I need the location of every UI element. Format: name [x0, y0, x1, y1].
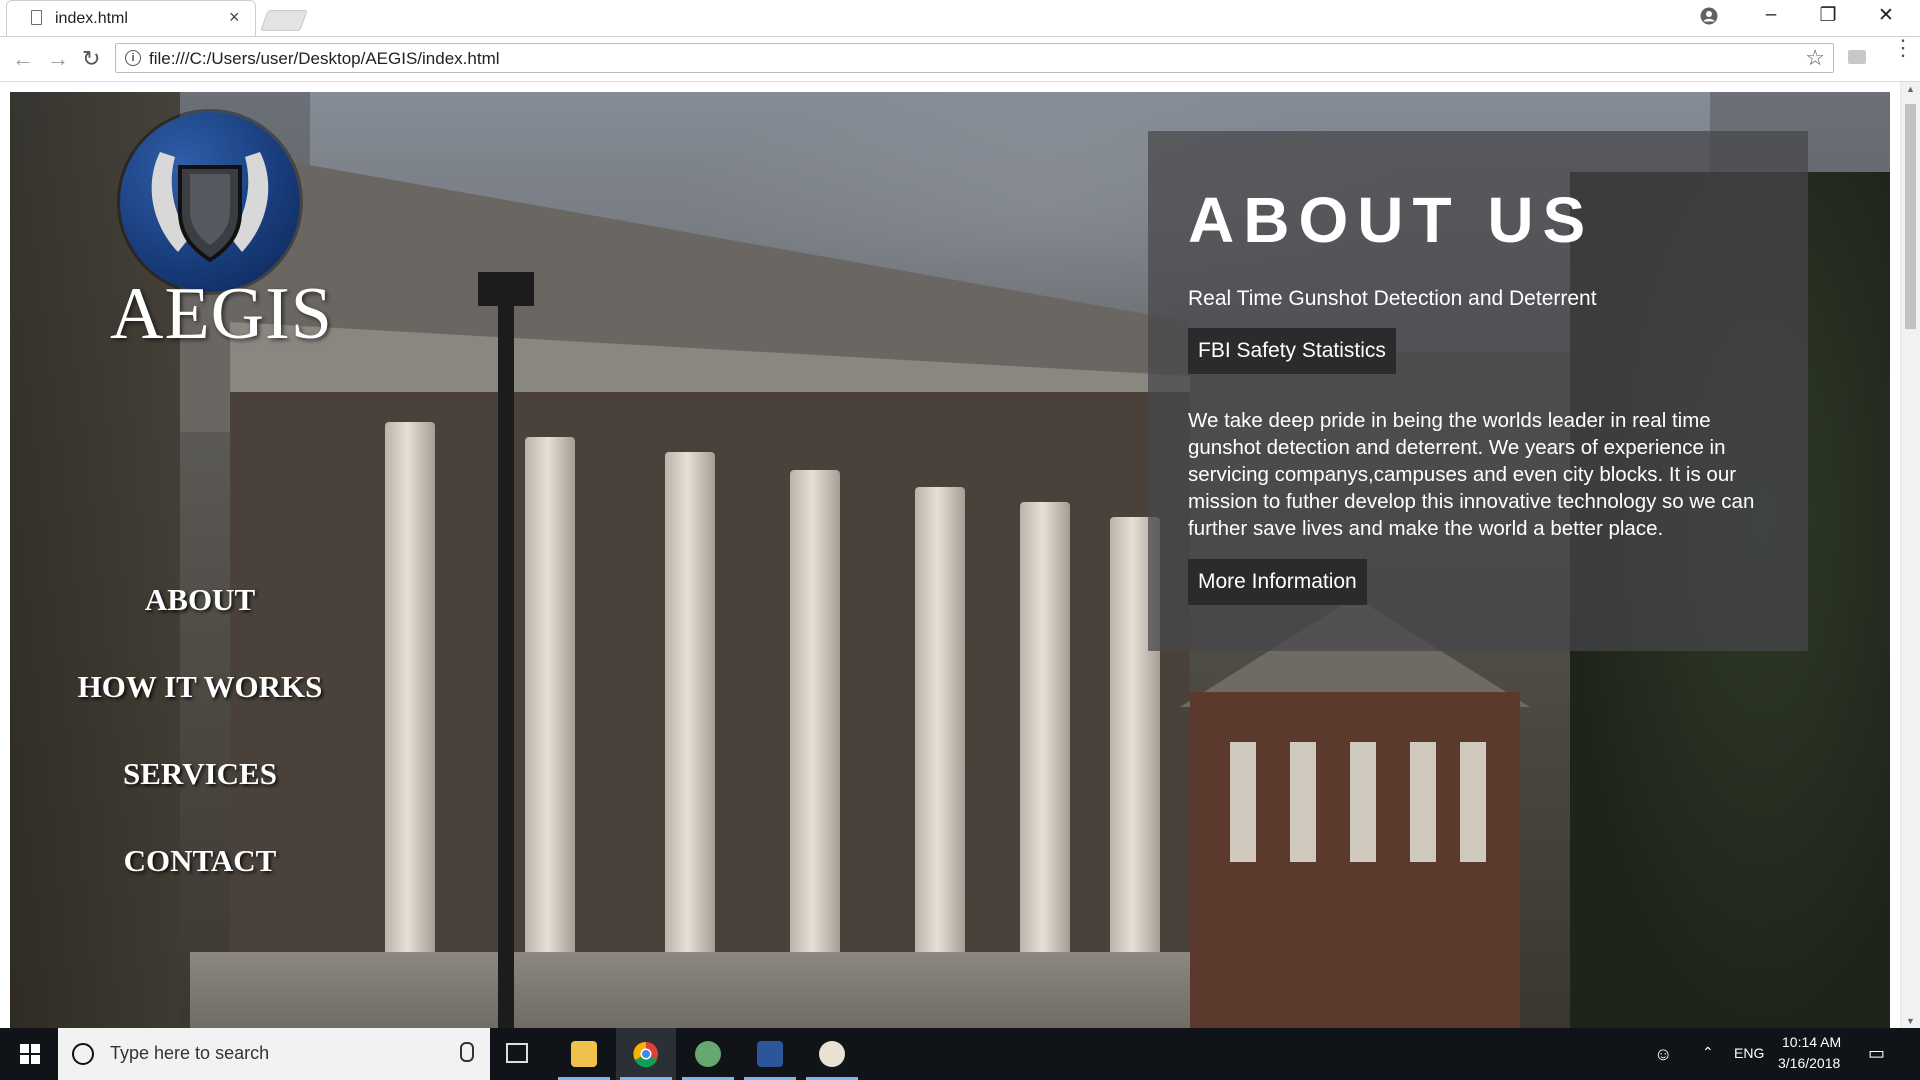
restore-button[interactable]: ❐: [1808, 4, 1848, 27]
hero-column: [385, 422, 435, 972]
clock-time[interactable]: 10:14 AM: [1782, 1034, 1841, 1050]
page-scrollbar[interactable]: ▲ ▼: [1900, 82, 1920, 1028]
close-window-button[interactable]: ✕: [1866, 4, 1906, 27]
nav-link-contact[interactable]: CONTACT: [10, 843, 390, 879]
document-icon: [31, 10, 42, 25]
forward-arrow-icon[interactable]: →: [47, 46, 69, 72]
profile-icon[interactable]: [1700, 7, 1718, 25]
taskbar-app-word[interactable]: [740, 1028, 800, 1080]
paint-palette-icon: [819, 1041, 845, 1067]
brand-wordmark: AEGIS: [110, 273, 333, 355]
address-bar[interactable]: i file:///C:/Users/user/Desktop/AEGIS/in…: [115, 43, 1834, 73]
hero-lamp-head: [478, 272, 534, 306]
taskbar-app-paint[interactable]: [802, 1028, 862, 1080]
extension-icon[interactable]: [1848, 50, 1866, 64]
folder-icon: [571, 1041, 597, 1067]
new-tab-button[interactable]: [260, 10, 308, 31]
tab-close-button[interactable]: ×: [229, 7, 240, 28]
task-view-icon[interactable]: [506, 1043, 528, 1063]
nav-link-about[interactable]: ABOUT: [10, 582, 390, 618]
scroll-down-arrow-icon[interactable]: ▼: [1906, 1016, 1915, 1026]
shield-emblem-icon: [120, 112, 300, 292]
tab-title: index.html: [55, 10, 128, 27]
windows-taskbar: Type here to search ☺ ⌃ ENG 10:14 AM 3/1…: [0, 1028, 1920, 1080]
clock-date[interactable]: 3/16/2018: [1778, 1055, 1840, 1071]
browser-menu-icon[interactable]: ⋮: [1892, 37, 1914, 59]
hero-window: [1230, 742, 1256, 862]
minimize-button[interactable]: –: [1751, 4, 1791, 26]
language-indicator[interactable]: ENG: [1734, 1045, 1764, 1061]
hero-window: [1410, 742, 1436, 862]
start-button[interactable]: [0, 1028, 58, 1080]
word-icon: [757, 1041, 783, 1067]
about-body-text: We take deep pride in being the worlds l…: [1188, 409, 1755, 540]
winged-shield-icon: [151, 152, 269, 263]
atom-icon: [695, 1041, 721, 1067]
browser-tab-strip: index.html × – ❐ ✕: [0, 0, 1920, 37]
hero-window: [1290, 742, 1316, 862]
hero-column: [1020, 502, 1070, 1002]
fbi-statistics-button[interactable]: FBI Safety Statistics: [1188, 328, 1396, 374]
cortana-icon: [72, 1043, 94, 1065]
nav-link-how-it-works[interactable]: HOW IT WORKS: [10, 669, 390, 705]
microphone-icon[interactable]: [460, 1042, 474, 1062]
taskbar-app-file-explorer[interactable]: [554, 1028, 614, 1080]
windows-logo-icon: [20, 1044, 40, 1064]
browser-toolbar: ← → ↻ i file:///C:/Users/user/Desktop/AE…: [0, 37, 1920, 82]
about-title: ABOUT US: [1188, 184, 1595, 256]
hero-steps: [190, 952, 1290, 1028]
page-viewport: AEGIS ABOUT HOW IT WORKS SERVICES CONTAC…: [0, 82, 1920, 1028]
info-icon[interactable]: i: [125, 50, 141, 66]
chrome-icon: [633, 1041, 658, 1067]
tray-chevron-up-icon[interactable]: ⌃: [1702, 1044, 1714, 1061]
people-icon[interactable]: ☺: [1654, 1044, 1672, 1065]
scroll-up-arrow-icon[interactable]: ▲: [1906, 84, 1915, 94]
hero-column: [790, 470, 840, 990]
about-us-panel: ABOUT US Real Time Gunshot Detection and…: [1148, 131, 1808, 651]
hero-lamp-post: [498, 272, 514, 1028]
taskbar-search-box[interactable]: Type here to search: [58, 1028, 490, 1080]
search-placeholder: Type here to search: [110, 1043, 270, 1063]
hero-column: [665, 452, 715, 982]
hero-window: [1460, 742, 1486, 862]
hero-column: [915, 487, 965, 997]
hero-background-image: AEGIS ABOUT HOW IT WORKS SERVICES CONTAC…: [10, 92, 1890, 1028]
url-text[interactable]: file:///C:/Users/user/Desktop/AEGIS/inde…: [149, 49, 500, 69]
browser-tab[interactable]: index.html ×: [6, 0, 256, 36]
back-arrow-icon[interactable]: ←: [12, 46, 34, 72]
reload-icon[interactable]: ↻: [82, 46, 100, 72]
hero-window: [1350, 742, 1376, 862]
taskbar-app-chrome[interactable]: [616, 1028, 676, 1080]
scrollbar-thumb[interactable]: [1905, 104, 1916, 329]
hero-column: [525, 437, 575, 977]
bookmark-star-icon[interactable]: ☆: [1805, 45, 1825, 71]
about-subtitle: Real Time Gunshot Detection and Deterren…: [1188, 287, 1597, 310]
nav-link-services[interactable]: SERVICES: [10, 756, 390, 792]
more-information-button[interactable]: More Information: [1188, 559, 1367, 605]
action-center-icon[interactable]: ▭: [1868, 1043, 1885, 1064]
taskbar-app-atom[interactable]: [678, 1028, 738, 1080]
